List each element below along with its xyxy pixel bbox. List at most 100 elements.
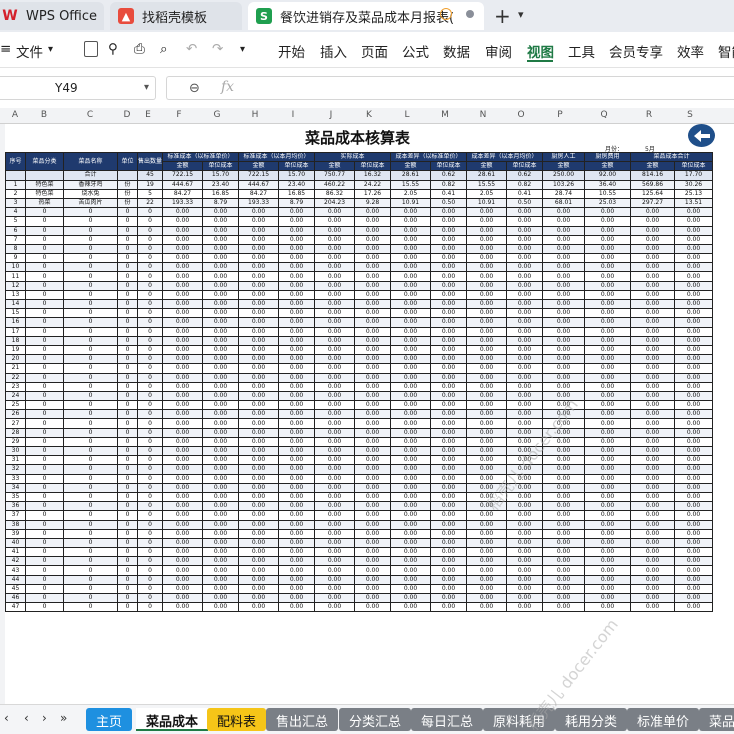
table-cell[interactable]: 0 [25,528,64,539]
sheet-tab-dish-cost[interactable]: 菜品成本 [136,708,209,731]
table-cell[interactable]: 0 [136,491,164,503]
table-cell[interactable]: 23.40 [202,179,240,190]
table-cell[interactable]: 0.00 [162,298,204,310]
table-cell[interactable]: 0.00 [202,243,240,255]
table-cell[interactable]: 0 [25,409,64,420]
table-cell[interactable]: 0.00 [238,234,280,245]
table-cell[interactable]: 0.00 [278,390,316,402]
table-cell[interactable]: 0 [63,565,118,576]
table-cell[interactable]: 193.33 [162,197,204,209]
table-cell[interactable]: 0.00 [630,602,676,613]
table-cell[interactable]: 0.00 [202,547,240,558]
table-cell[interactable]: 0.00 [390,501,432,512]
table-cell[interactable]: 0 [117,464,138,475]
table-cell[interactable]: 0.00 [466,427,508,438]
table-cell[interactable]: 0.00 [630,216,676,227]
table-cell[interactable]: 0 [117,445,138,457]
table-cell[interactable]: 0 [136,565,164,576]
table-cell[interactable]: 0 [117,574,138,585]
table-cell[interactable]: 0.00 [506,427,544,438]
table-cell[interactable]: 0.00 [630,436,676,448]
table-cell[interactable]: 0 [136,381,164,392]
table-cell[interactable]: 0 [25,455,64,466]
table-cell[interactable]: 0.00 [542,363,586,374]
table-cell[interactable]: 0.00 [390,418,432,429]
table-cell[interactable]: 9.28 [354,197,392,209]
table-cell[interactable]: 0 [63,354,118,365]
table-cell[interactable]: 0.00 [202,381,240,392]
table-cell[interactable]: 0 [63,390,118,402]
sheet-tab-category-summary[interactable]: 分类汇总 [339,708,412,731]
table-cell[interactable]: 0.00 [630,363,676,374]
table-cell[interactable]: 0.00 [390,234,432,245]
table-cell[interactable]: 0 [25,234,64,245]
table-cell[interactable]: 0.00 [466,225,508,236]
table-cell[interactable]: 0.00 [630,354,676,365]
table-cell[interactable]: 0.00 [506,271,544,282]
formula-input[interactable]: ⊖ fx [166,76,734,100]
table-cell[interactable]: 0.00 [430,409,468,420]
table-cell[interactable]: 0.00 [278,335,316,346]
table-cell[interactable]: 0.00 [430,592,468,604]
table-cell[interactable]: 0.00 [390,427,432,438]
table-cell[interactable]: 0.00 [430,482,468,493]
table-cell[interactable]: 0.00 [430,280,468,291]
table-cell[interactable]: 0.00 [430,473,468,484]
column-letter-M[interactable]: M [427,110,463,120]
table-cell[interactable]: 金额 [630,161,676,172]
table-cell[interactable]: 0.00 [238,528,280,539]
table-cell[interactable]: 0.00 [314,583,356,595]
table-cell[interactable]: 0.00 [584,372,632,383]
table-cell[interactable]: 0 [117,482,138,493]
table-cell[interactable]: 0.00 [162,363,204,374]
table-cell[interactable]: 0.00 [354,298,392,310]
table-cell[interactable]: 0 [117,409,138,420]
table-cell[interactable]: 0.00 [390,482,432,493]
table-cell[interactable]: 26 [5,409,26,420]
table-cell[interactable]: 0.00 [630,510,676,521]
table-cell[interactable]: 0.00 [584,565,632,576]
table-cell[interactable]: 0.00 [202,418,240,429]
table-cell[interactable]: 0.00 [674,427,714,438]
table-cell[interactable]: 0 [63,583,118,595]
table-cell[interactable]: 0.00 [430,234,468,245]
name-box-dropdown-icon[interactable]: ▾ [144,82,149,93]
table-cell[interactable]: 单位成本 [202,161,240,172]
print-preview-icon[interactable]: ⌕ [160,41,168,57]
table-cell[interactable]: 0.00 [630,234,676,245]
table-cell[interactable]: 0.00 [584,473,632,484]
table-cell[interactable]: 10.55 [584,188,632,199]
table-cell[interactable]: 0 [63,473,118,484]
table-cell[interactable]: 0.00 [278,556,316,567]
table-cell[interactable]: 0.00 [584,482,632,493]
table-cell[interactable]: 0.62 [506,170,544,181]
column-letter-A[interactable]: A [5,110,25,120]
table-cell[interactable]: 0.00 [390,207,432,218]
table-cell[interactable]: 0 [117,335,138,346]
table-cell[interactable]: 0.00 [584,271,632,282]
table-cell[interactable]: 0.00 [390,583,432,595]
table-cell[interactable]: 0.00 [584,528,632,539]
table-cell[interactable]: 0.00 [466,519,508,530]
column-letter-R[interactable]: R [627,110,671,120]
table-cell[interactable]: 0 [63,225,118,236]
table-cell[interactable]: 0.00 [674,547,714,558]
table-cell[interactable]: 0.00 [162,243,204,255]
table-cell[interactable]: 0.00 [354,427,392,438]
table-cell[interactable]: 0.00 [466,445,508,457]
table-cell[interactable]: 0.00 [314,207,356,218]
table-cell[interactable]: 0.00 [584,418,632,429]
table-cell[interactable]: 0.00 [506,234,544,245]
table-cell[interactable]: 0.00 [238,436,280,448]
table-cell[interactable]: 0 [25,418,64,429]
table-cell[interactable]: 香辣牙鸡 [63,179,118,190]
table-cell[interactable]: 0.00 [162,528,204,539]
table-cell[interactable]: 0 [136,354,164,365]
table-cell[interactable]: 0.00 [630,455,676,466]
table-cell[interactable]: 金额 [238,161,280,172]
table-cell[interactable]: 0.00 [542,289,586,301]
table-cell[interactable]: 0.00 [314,602,356,613]
table-cell[interactable]: 0.00 [584,317,632,328]
table-cell[interactable]: 0.00 [466,491,508,503]
table-cell[interactable]: 0.00 [542,528,586,539]
